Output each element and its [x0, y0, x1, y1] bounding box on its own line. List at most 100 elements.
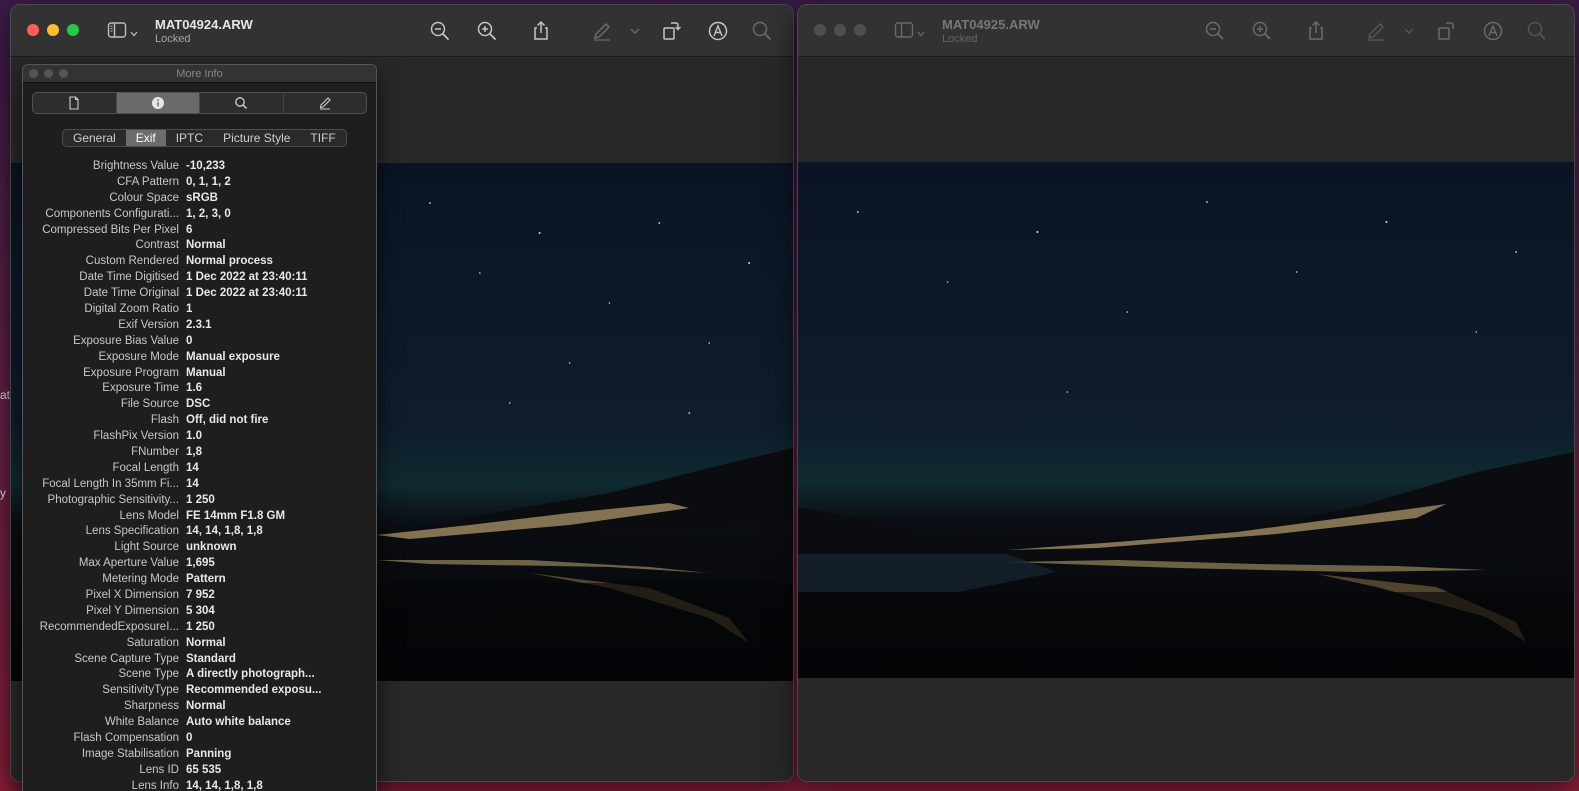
property-key: Exif Version [118, 318, 179, 331]
property-value: Pattern [186, 573, 226, 586]
property-value: Manual exposure [186, 350, 280, 363]
property-key: Compressed Bits Per Pixel [42, 223, 179, 236]
image-canvas[interactable] [798, 58, 1574, 781]
property-key: Lens ID [139, 763, 179, 776]
zoom-out-icon[interactable] [429, 20, 451, 42]
minimize-window-button[interactable] [834, 24, 846, 36]
property-key: Lens Specification [85, 525, 179, 538]
annotate-icon[interactable] [707, 20, 729, 42]
property-value: 1.6 [186, 382, 202, 395]
share-icon[interactable] [1305, 20, 1327, 42]
tab-general[interactable]: General [63, 130, 126, 146]
property-key: Flash [150, 414, 179, 427]
property-key: RecommendedExposureI... [39, 620, 179, 633]
document-status[interactable]: Locked [155, 33, 253, 45]
zoom-in-icon[interactable] [1251, 20, 1273, 42]
property-row: Components Configurati... 1, 2, 3, 0 [23, 206, 376, 222]
sidebar-icon [894, 21, 914, 44]
tab-tiff[interactable]: TIFF [300, 130, 345, 146]
property-row: Flash Compensation 0 [23, 730, 376, 746]
property-value: Standard [186, 652, 236, 665]
property-value: 14, 14, 1,8, 1,8 [186, 779, 263, 791]
property-row: SensitivityType Recommended exposu... [23, 682, 376, 698]
property-row: Exposure Bias Value 0 [23, 333, 376, 349]
property-value: Normal [186, 636, 226, 649]
sidebar-icon [107, 21, 127, 44]
property-key: Photographic Sensitivity... [47, 493, 179, 506]
chevron-down-icon [130, 24, 138, 42]
zoom-panel-button[interactable] [59, 69, 68, 78]
zoom-out-icon[interactable] [1204, 20, 1226, 42]
property-key: Focal Length In 35mm Fi... [42, 477, 179, 490]
property-row: Lens ID 65 535 [23, 762, 376, 778]
property-key: Exposure Program [83, 366, 179, 379]
property-key: Date Time Digitised [79, 271, 179, 284]
property-row: Scene Capture Type Standard [23, 651, 376, 667]
tab-iptc[interactable]: IPTC [166, 130, 213, 146]
property-value: 1, 2, 3, 0 [186, 207, 231, 220]
info-mode-button[interactable] [116, 93, 200, 113]
property-value: 1 Dec 2022 at 23:40:11 [186, 271, 308, 284]
document-status[interactable]: Locked [942, 33, 1040, 45]
property-row: Light Source unknown [23, 539, 376, 555]
minimize-panel-button[interactable] [44, 69, 53, 78]
night-photo-image [798, 162, 1574, 678]
chevron-down-icon [917, 24, 925, 42]
property-key: Custom Rendered [85, 255, 179, 268]
property-key: Colour Space [109, 191, 179, 204]
keywords-mode-button[interactable] [200, 93, 284, 113]
property-value: 1,695 [186, 557, 215, 570]
zoom-in-icon[interactable] [476, 20, 498, 42]
close-panel-button[interactable] [29, 69, 38, 78]
property-row: Photographic Sensitivity... 1 250 [23, 492, 376, 508]
window-titlebar: MAT04925.ARW Locked [798, 5, 1574, 57]
property-value: 1,8 [186, 445, 202, 458]
general-mode-button[interactable] [33, 93, 117, 113]
sidebar-toggle-button[interactable] [894, 21, 925, 44]
property-row: Exif Version 2.3.1 [23, 317, 376, 333]
chevron-down-icon[interactable] [629, 20, 641, 42]
share-icon[interactable] [530, 20, 552, 42]
info-icon [151, 96, 165, 110]
property-row: Custom Rendered Normal process [23, 253, 376, 269]
exif-property-list[interactable]: Brightness Value -10,233 CFA Pattern 0, 1, … [23, 158, 376, 791]
property-row: Lens Model FE 14mm F1.8 GM [23, 508, 376, 524]
property-value: 1 [186, 302, 193, 315]
property-key: Max Aperture Value [78, 557, 179, 570]
rotate-icon[interactable] [660, 20, 682, 42]
property-row: Focal Length 14 [23, 460, 376, 476]
annotations-mode-button[interactable] [284, 93, 367, 113]
close-window-button[interactable] [814, 24, 826, 36]
property-key: Lens Info [131, 779, 179, 791]
more-info-panel: More Info General Exif IPTC Picture Styl… [22, 64, 377, 791]
tab-picture-style[interactable]: Picture Style [213, 130, 300, 146]
property-key: File Source [120, 398, 179, 411]
property-row: Pixel Y Dimension 5 304 [23, 603, 376, 619]
minimize-window-button[interactable] [47, 24, 59, 36]
markup-pen-icon[interactable] [591, 20, 613, 42]
annotate-icon[interactable] [1482, 20, 1504, 42]
property-key: White Balance [104, 716, 179, 729]
window-controls [27, 24, 79, 36]
property-key: Sharpness [124, 700, 179, 713]
property-key: Pixel X Dimension [85, 588, 179, 601]
sidebar-toggle-button[interactable] [107, 21, 138, 44]
markup-pen-icon[interactable] [1365, 20, 1387, 42]
chevron-down-icon[interactable] [1403, 20, 1415, 42]
zoom-window-button[interactable] [854, 24, 866, 36]
property-row: Lens Info 14, 14, 1,8, 1,8 [23, 778, 376, 791]
search-icon[interactable] [751, 20, 773, 42]
tab-exif[interactable]: Exif [125, 130, 166, 146]
search-icon[interactable] [1526, 20, 1548, 42]
property-value: Normal [186, 700, 226, 713]
rotate-icon[interactable] [1435, 20, 1457, 42]
zoom-window-button[interactable] [67, 24, 79, 36]
property-row: CFA Pattern 0, 1, 1, 2 [23, 174, 376, 190]
property-key: Digital Zoom Ratio [84, 302, 179, 315]
property-value: -10,233 [186, 159, 226, 172]
property-value: 1 250 [186, 620, 215, 633]
close-window-button[interactable] [27, 24, 39, 36]
property-row: Digital Zoom Ratio 1 [23, 301, 376, 317]
property-key: Components Configurati... [45, 207, 179, 220]
property-row: RecommendedExposureI... 1 250 [23, 619, 376, 635]
